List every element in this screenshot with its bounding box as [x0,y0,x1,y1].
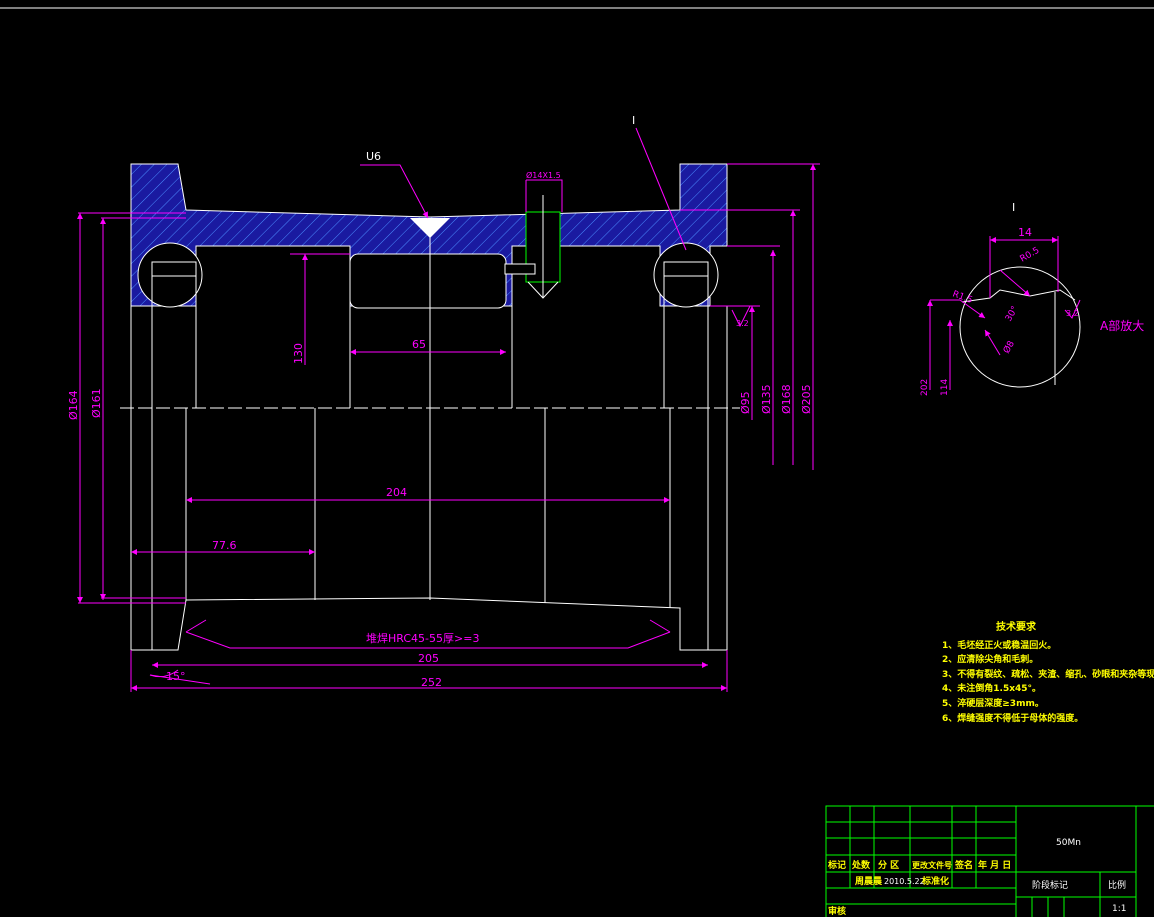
dia-205: Ø205 [800,384,813,414]
det-202: 202 [920,379,930,396]
det-114: 114 [940,379,950,396]
tech-requirements: 技术要求 1、毛坯经正火或稳温回火。 2、应清除尖角和毛刺。 3、不得有裂纹、疏… [942,620,1154,724]
det-14: 14 [1018,226,1032,239]
detail-mark: I [632,114,635,127]
weld-mark: U6 [366,150,381,163]
detail-title: I [1012,201,1015,214]
tech-item: 6、焊缝强度不得低于母体的强度。 [942,712,1083,724]
dim-252: 252 [421,676,442,689]
tb-stage-mark: 阶段标记 [1032,879,1068,891]
det-small: Ø8 [1001,339,1017,356]
tech-title: 技术要求 [996,620,1037,633]
dim-65: 65 [412,338,426,351]
cad-drawing: U6 I Ø14X1.5 3.2 130 65 204 77.6 205 252… [0,7,1154,917]
det-30: 30° [1004,305,1021,324]
section-view [120,163,740,651]
det-r05: R0.5 [1019,246,1042,265]
tech-item: 3、不得有裂纹、疏松、夹渣、缩孔、砂眼和夹杂等现象。 [942,668,1154,680]
tb-standardized: 标准化 [921,875,949,887]
tech-item: 5、淬硬层深度≥3mm。 [942,697,1044,709]
detail-circle [959,266,1081,388]
tb-header-zone: 分 区 [878,859,899,871]
dia-95: Ø95 [739,391,752,414]
part-material: 50Mn [1056,838,1081,848]
dim-205: 205 [418,652,439,665]
hardening-note: 堆焊HRC45-55厚>=3 [366,631,479,645]
tech-item: 4、未注倒角1.5x45°。 [942,682,1041,694]
tb-scale-value: 1:1 [1112,904,1126,914]
tech-item: 2、应清除尖角和毛刺。 [942,653,1038,665]
dia-168: Ø168 [780,384,793,414]
tb-review: 审核 [828,905,846,917]
tb-header-count: 处数 [851,859,871,871]
tb-header-mark: 标记 [827,859,846,871]
tb-scale-label: 比例 [1108,879,1126,891]
tech-item: 1、毛坯经正火或稳温回火。 [942,639,1056,651]
det-32: 3.2 [1066,309,1079,318]
tb-header-sign: 签名 [954,859,973,871]
tb-designer: 周晨晨 [855,876,883,887]
roughness-label: 3.2 [736,319,749,328]
dim-204: 204 [386,486,407,499]
dia-164: Ø164 [67,390,80,420]
dia-135: Ø135 [760,384,773,414]
thread-callout: Ø14X1.5 [526,170,561,180]
dim-77-6: 77.6 [212,539,237,552]
tb-header-doc: 更改文件号 [912,860,952,870]
det-r15: R1.5 [951,289,974,305]
tb-date: 2010.5.22 [884,877,925,886]
dim-130: 130 [292,343,305,364]
dia-161: Ø161 [90,388,103,418]
detail-view: I 14 R0.5 R1.5 30° Ø8 3.2 202 114 A部放大 [920,201,1144,396]
tb-header-date: 年 月 日 [978,859,1011,871]
angle-15: 15° [166,670,186,683]
enlarge-note: A部放大 [1100,318,1144,333]
